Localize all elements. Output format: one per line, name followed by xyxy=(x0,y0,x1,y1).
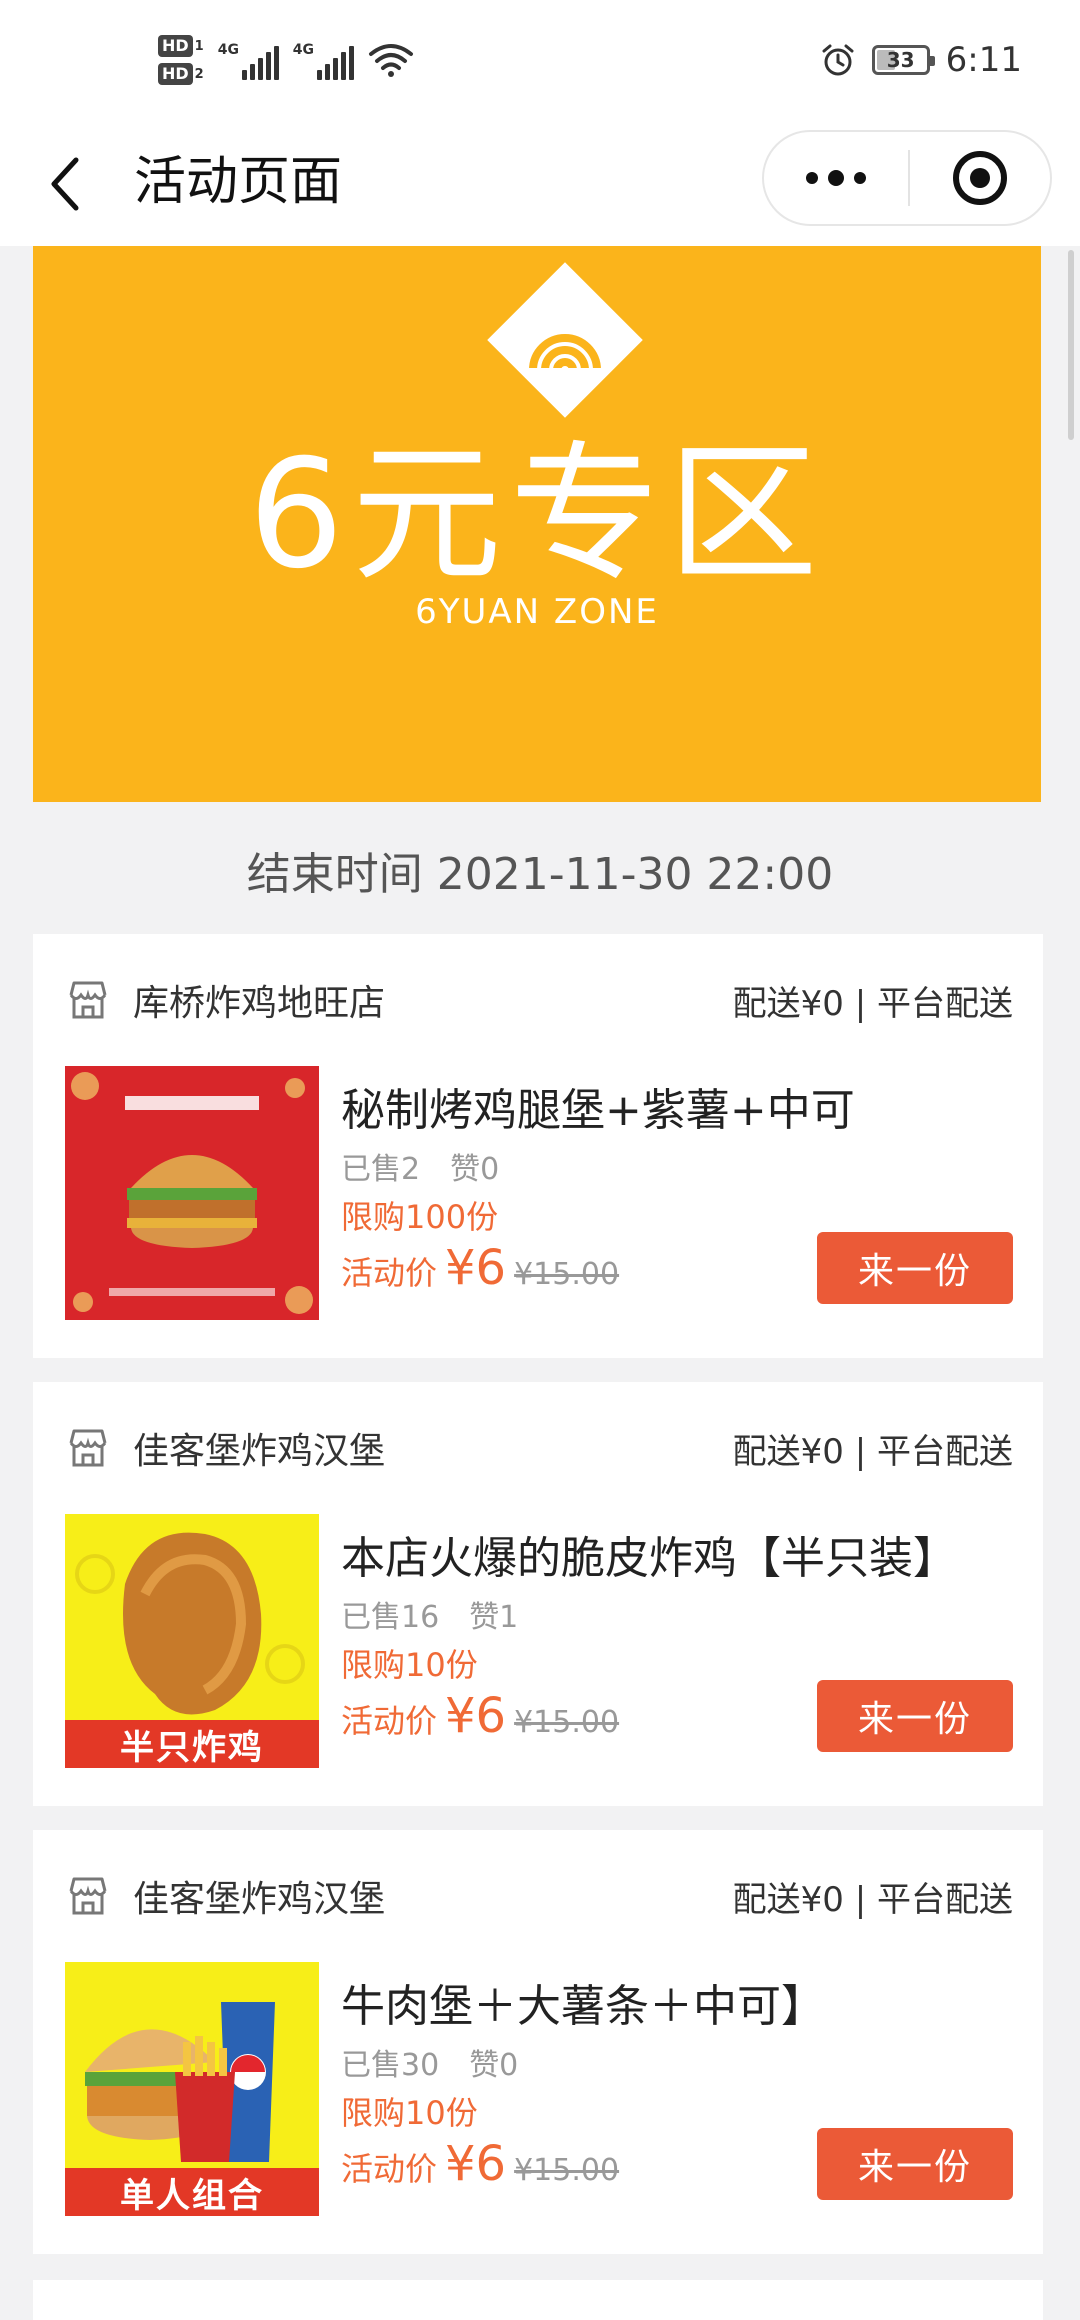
scrollbar[interactable] xyxy=(1068,250,1074,440)
battery-icon: 33 xyxy=(871,45,935,75)
banner-subtitle: 6YUAN ZONE xyxy=(415,592,659,632)
shop-icon xyxy=(69,981,107,1019)
delivery-info: 配送¥0 | 平台配送 xyxy=(732,1431,1013,1472)
hd-num: 1 xyxy=(194,38,204,54)
shop-icon xyxy=(69,1877,107,1915)
original-price: ¥15.00 xyxy=(514,1705,620,1740)
hd-label: HD xyxy=(158,63,193,85)
product-stats: 已售30 赞0 xyxy=(341,2040,518,2084)
like-count: 赞0 xyxy=(469,2048,519,2083)
network-type: 4G xyxy=(217,42,239,58)
miniprogram-capsule xyxy=(762,130,1052,226)
product-card: 库桥炸鸡地旺店 配送¥0 | 平台配送 秘制烤鸡腿堡+紫薯+中可 已售2 赞0 限… xyxy=(33,934,1043,1358)
shop-icon xyxy=(69,1429,107,1467)
product-image[interactable]: 单人组合 xyxy=(65,1962,319,2216)
sale-price: ¥6 xyxy=(445,1688,507,1744)
price-label: 活动价 xyxy=(341,2150,438,2188)
product-stats: 已售16 赞1 xyxy=(341,1592,518,1636)
delivery-info: 配送¥0 | 平台配送 xyxy=(732,983,1013,1024)
hd-num: 2 xyxy=(194,66,204,82)
purchase-limit: 限购10份 xyxy=(341,1646,478,1684)
status-left: HD 1 HD 2 4G 4G xyxy=(158,28,414,92)
like-count: 赞0 xyxy=(450,1152,500,1187)
price-row: 活动价 ¥6 ¥15.00 xyxy=(341,1688,619,1744)
delivery-info: 配送¥0 | 平台配送 xyxy=(732,1879,1013,1920)
nav-bar: 活动页面 xyxy=(0,120,1080,246)
back-button[interactable] xyxy=(36,144,96,224)
product-name[interactable]: 秘制烤鸡腿堡+紫薯+中可 xyxy=(341,1074,855,1138)
status-right: 33 6:11 xyxy=(820,36,1022,84)
target-icon xyxy=(953,151,1007,205)
price-label: 活动价 xyxy=(341,1254,438,1292)
burger-image xyxy=(65,1066,319,1320)
shop-row[interactable]: 库桥炸鸡地旺店 配送¥0 | 平台配送 xyxy=(65,974,1013,1026)
hd-indicators: HD 1 HD 2 xyxy=(158,35,204,85)
wifi-icon xyxy=(368,44,413,77)
alarm-icon xyxy=(822,44,854,76)
price-row: 活动价 ¥6 ¥15.00 xyxy=(341,2136,619,2192)
buy-button[interactable]: 来一份 xyxy=(817,2128,1013,2200)
original-price: ¥15.00 xyxy=(514,1257,620,1292)
hd-badge-2: HD 2 xyxy=(158,63,204,85)
product-stats: 已售2 赞0 xyxy=(341,1144,499,1188)
buy-button[interactable]: 来一份 xyxy=(817,1232,1013,1304)
promo-banner[interactable]: 6元专区 6YUAN ZONE xyxy=(33,246,1041,802)
end-time: 结束时间 2021-11-30 22:00 xyxy=(246,849,834,900)
shop-row[interactable]: 佳客堡炸鸡汉堡 配送¥0 | 平台配送 xyxy=(65,1870,1013,1922)
purchase-limit: 限购100份 xyxy=(341,1198,499,1236)
dot-icon xyxy=(806,172,818,184)
sale-price: ¥6 xyxy=(445,1240,507,1296)
status-bar: HD 1 HD 2 4G 4G 33 6:11 xyxy=(0,0,1080,120)
close-miniprogram-button[interactable] xyxy=(910,132,1050,224)
price-row: 活动价 ¥6 ¥15.00 xyxy=(341,1240,619,1296)
shop-name: 佳客堡炸鸡汉堡 xyxy=(133,1431,386,1472)
clock: 6:11 xyxy=(945,40,1022,80)
banner-title: 6元专区 xyxy=(248,428,826,602)
product-card: 佳客堡炸鸡汉堡 配送¥0 | 平台配送 单人组合 牛肉堡＋大薯条＋中可】 已售3… xyxy=(33,1830,1043,2254)
purchase-limit: 限购10份 xyxy=(341,2094,478,2132)
product-name[interactable]: 牛肉堡＋大薯条＋中可】 xyxy=(341,1970,825,2034)
product-image[interactable]: 半只炸鸡 xyxy=(65,1514,319,1768)
sold-count: 已售30 xyxy=(341,2048,440,2083)
product-card-partial xyxy=(33,2280,1043,2320)
battery-level: 33 xyxy=(886,48,915,72)
hd-badge-1: HD 1 xyxy=(158,35,204,57)
image-caption: 半只炸鸡 xyxy=(65,1720,319,1768)
page-title: 活动页面 xyxy=(134,152,343,212)
product-image[interactable] xyxy=(65,1066,319,1320)
dot-icon xyxy=(828,170,844,186)
like-count: 赞1 xyxy=(469,1600,519,1635)
buy-button[interactable]: 来一份 xyxy=(817,1680,1013,1752)
price-label: 活动价 xyxy=(341,1702,438,1740)
product-card: 佳客堡炸鸡汉堡 配送¥0 | 平台配送 半只炸鸡 本店火爆的脆皮炸鸡【半只装】 … xyxy=(33,1382,1043,1806)
more-button[interactable] xyxy=(764,132,908,224)
shop-row[interactable]: 佳客堡炸鸡汉堡 配送¥0 | 平台配送 xyxy=(65,1422,1013,1474)
sold-count: 已售16 xyxy=(341,1600,440,1635)
zone-logo-icon xyxy=(487,262,643,418)
signal-icon-2: 4G xyxy=(293,40,354,80)
network-type: 4G xyxy=(292,42,314,58)
original-price: ¥15.00 xyxy=(514,2153,620,2188)
shop-name: 佳客堡炸鸡汉堡 xyxy=(133,1879,386,1920)
product-name[interactable]: 本店火爆的脆皮炸鸡【半只装】 xyxy=(341,1522,957,1586)
signal-icon-1: 4G xyxy=(218,40,279,80)
shop-name: 库桥炸鸡地旺店 xyxy=(133,983,386,1024)
sale-price: ¥6 xyxy=(445,2136,507,2192)
image-caption: 单人组合 xyxy=(65,2168,319,2216)
hd-label: HD xyxy=(158,35,193,57)
dot-icon xyxy=(854,172,866,184)
chevron-left-icon xyxy=(51,157,79,211)
sold-count: 已售2 xyxy=(341,1152,421,1187)
